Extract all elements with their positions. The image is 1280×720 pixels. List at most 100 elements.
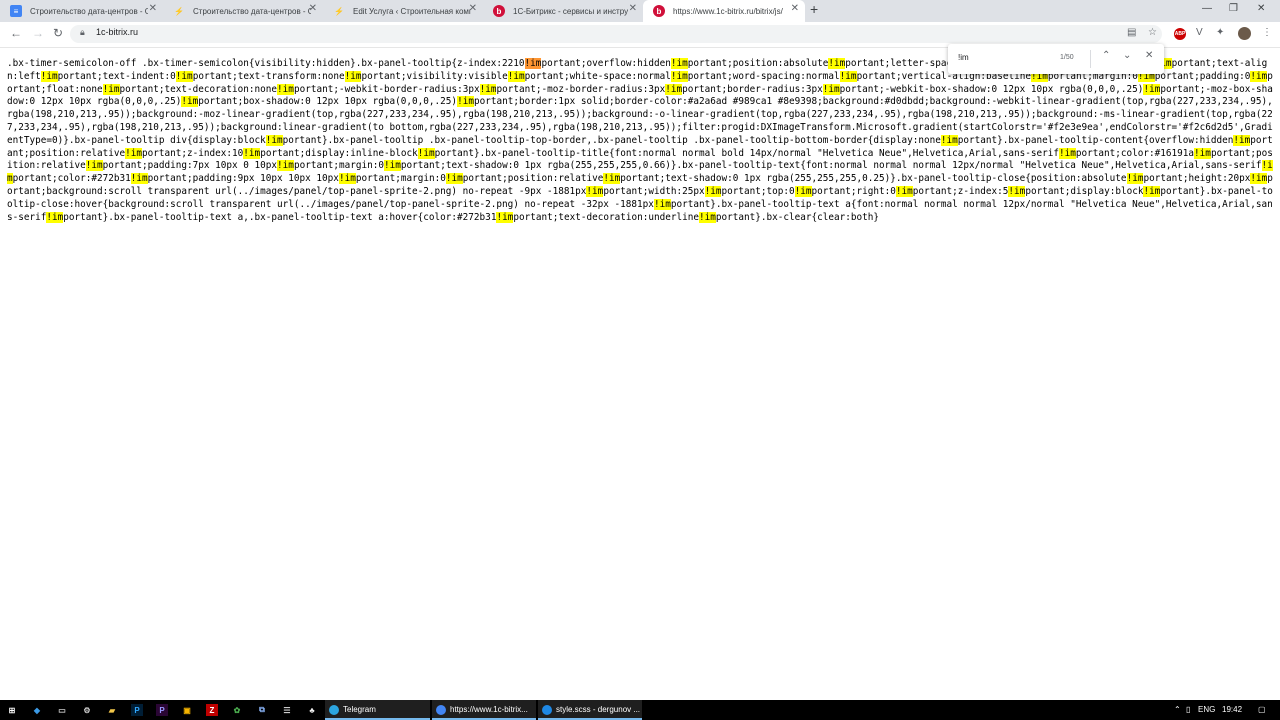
find-match-highlight: !im xyxy=(698,211,716,223)
minimize-icon[interactable]: — xyxy=(1202,3,1212,14)
tab-1c-bitrix-services[interactable]: b 1С-Битрикс - сервисы и инстру ✕ xyxy=(483,0,643,22)
find-match-highlight: !im xyxy=(175,70,193,82)
close-icon[interactable]: ✕ xyxy=(629,3,637,14)
tab-datacenter-docs[interactable]: ≡ Строительство дата-центров - G ✕ xyxy=(0,0,163,22)
find-match-highlight: !im xyxy=(665,83,683,95)
find-match-highlight: !im xyxy=(653,198,671,210)
settings-icon[interactable]: ⚙ xyxy=(81,704,93,716)
photoshop-icon[interactable]: P xyxy=(131,704,143,716)
find-match-highlight: !im xyxy=(102,83,120,95)
app-yellow-icon[interactable]: ▣ xyxy=(181,704,193,716)
find-match-highlight: !im xyxy=(125,147,143,159)
find-match-highlight: !im xyxy=(704,185,722,197)
notification-icon[interactable]: ▢ xyxy=(1258,705,1266,714)
find-match-highlight: !im xyxy=(40,70,58,82)
bitrix-red-icon: b xyxy=(653,5,665,17)
find-match-highlight: !im xyxy=(895,185,913,197)
address-bar[interactable] xyxy=(70,25,1162,43)
find-match-highlight: !im xyxy=(839,70,857,82)
network-icon[interactable]: ▯ xyxy=(1186,705,1190,714)
find-match-highlight: !im xyxy=(277,160,294,172)
docs-icon: ≡ xyxy=(10,5,22,17)
find-match-highlight: !im xyxy=(670,70,688,82)
close-icon[interactable]: ✕ xyxy=(791,3,799,14)
vscode-pinned-icon[interactable]: ◆ xyxy=(31,704,43,716)
find-page-icon[interactable]: ▤ xyxy=(1127,27,1136,38)
find-match-highlight: !im xyxy=(1233,134,1251,146)
find-match-highlight: !im xyxy=(479,83,497,95)
tab-label: https://www.1c-bitrix.ru/bitrix/js/ xyxy=(673,6,783,16)
find-match-highlight: !im xyxy=(496,211,514,223)
taskbar-app-label: Telegram xyxy=(343,704,376,714)
close-icon[interactable]: ✕ xyxy=(469,3,477,14)
window-close-icon[interactable]: ✕ xyxy=(1257,3,1265,14)
tab-datacenter-2[interactable]: ⚡ Строительство дата-центров - G ✕ xyxy=(163,0,323,22)
language-indicator[interactable]: ENG xyxy=(1198,705,1215,714)
windows-start-icon[interactable]: ⊞ xyxy=(6,704,18,716)
find-next-button[interactable]: ⌄ xyxy=(1123,50,1131,61)
filezilla-icon[interactable]: Z xyxy=(206,704,218,716)
taskbar-app-label: https://www.1c-bitrix... xyxy=(450,704,528,714)
vscode-icon xyxy=(542,705,552,715)
tray-chevron-icon[interactable]: ⌃ xyxy=(1174,705,1181,714)
restore-icon[interactable]: ❐ xyxy=(1229,3,1238,14)
tab-bitrix-css[interactable]: b https://www.1c-bitrix.ru/bitrix/js/ ✕ xyxy=(643,0,805,22)
find-match-highlight: !im xyxy=(1194,147,1211,159)
terminal-icon[interactable]: ▭ xyxy=(56,704,68,716)
css-source-text: .bx-timer-semicolon-off .bx-timer-semico… xyxy=(7,58,1273,223)
find-match-highlight: !im xyxy=(130,173,148,185)
star-icon[interactable]: ☆ xyxy=(1148,27,1157,38)
url-text[interactable]: 1c-bitrix.ru xyxy=(96,27,138,37)
find-match-highlight: !im xyxy=(507,70,525,82)
find-close-button[interactable]: ✕ xyxy=(1145,50,1153,61)
find-match-highlight: !im xyxy=(457,96,474,108)
taskbar-app-vscode[interactable]: style.scss - dergunov ... xyxy=(538,700,642,720)
find-divider xyxy=(1090,50,1091,68)
network-app-icon[interactable]: ⧉ xyxy=(256,704,268,716)
find-match-highlight: !im xyxy=(1250,173,1268,185)
tab-label: 1С-Битрикс - сервисы и инстру xyxy=(513,6,629,16)
find-match-highlight: !im xyxy=(338,173,356,185)
reload-icon[interactable]: ↻ xyxy=(53,26,63,40)
vue-devtools-icon[interactable]: V xyxy=(1196,27,1203,38)
lock-icon[interactable]: 🔒︎ xyxy=(80,27,85,38)
find-match-highlight: !im xyxy=(828,58,846,69)
close-icon[interactable]: ✕ xyxy=(309,3,317,14)
find-match-highlight: !im xyxy=(181,96,199,108)
premiere-icon[interactable]: P xyxy=(156,704,168,716)
taskbar-app-telegram[interactable]: Telegram xyxy=(325,700,430,720)
find-match-count: 1/50 xyxy=(1060,54,1074,61)
windows-taskbar: ⊞ ◆ ▭ ⚙ ▰ P P ▣ Z ✿ ⧉ ☰ ♣ Telegram https… xyxy=(0,700,1280,720)
folder-icon[interactable]: ▰ xyxy=(106,704,118,716)
tab-strip: ≡ Строительство дата-центров - G ✕ ⚡ Стр… xyxy=(0,0,1280,22)
find-match-highlight: !im xyxy=(344,70,362,82)
bitrix-yellow-icon: ⚡ xyxy=(174,6,184,16)
back-icon[interactable]: ← xyxy=(10,26,22,40)
find-match-highlight: !im xyxy=(265,134,283,146)
find-input[interactable]: !im xyxy=(958,53,969,62)
find-match-highlight: !im xyxy=(1250,70,1268,82)
menu-icon[interactable]: ⋮ xyxy=(1262,27,1272,38)
app-grey-icon[interactable]: ☰ xyxy=(281,704,293,716)
find-match-highlight: !im xyxy=(586,185,604,197)
extension-icon[interactable]: ✦ xyxy=(1216,27,1224,38)
adblock-icon[interactable]: ABP xyxy=(1174,28,1186,40)
telegram-icon xyxy=(329,705,339,715)
find-match-highlight: !im xyxy=(1143,83,1161,95)
chrome-icon xyxy=(436,705,446,715)
taskbar-app-chrome[interactable]: https://www.1c-bitrix... xyxy=(432,700,536,720)
forward-icon[interactable]: → xyxy=(32,26,44,40)
app-green-icon[interactable]: ✿ xyxy=(231,704,243,716)
app-white-icon[interactable]: ♣ xyxy=(306,704,318,716)
new-tab-button[interactable]: + xyxy=(810,1,818,17)
find-match-highlight: !im xyxy=(1143,185,1161,197)
find-previous-button[interactable]: ⌃ xyxy=(1102,50,1110,61)
find-match-highlight: !im xyxy=(1126,173,1144,185)
find-match-highlight: !im xyxy=(7,160,1273,185)
find-match-highlight: !im xyxy=(603,173,621,185)
find-match-highlight: !im xyxy=(46,211,64,223)
clock[interactable]: 19:42 xyxy=(1222,705,1242,714)
tab-edit-service[interactable]: ⚡ Edit Услуга ‹ Строительная комп ✕ xyxy=(323,0,483,22)
close-icon[interactable]: ✕ xyxy=(149,3,157,14)
avatar[interactable] xyxy=(1238,27,1251,40)
